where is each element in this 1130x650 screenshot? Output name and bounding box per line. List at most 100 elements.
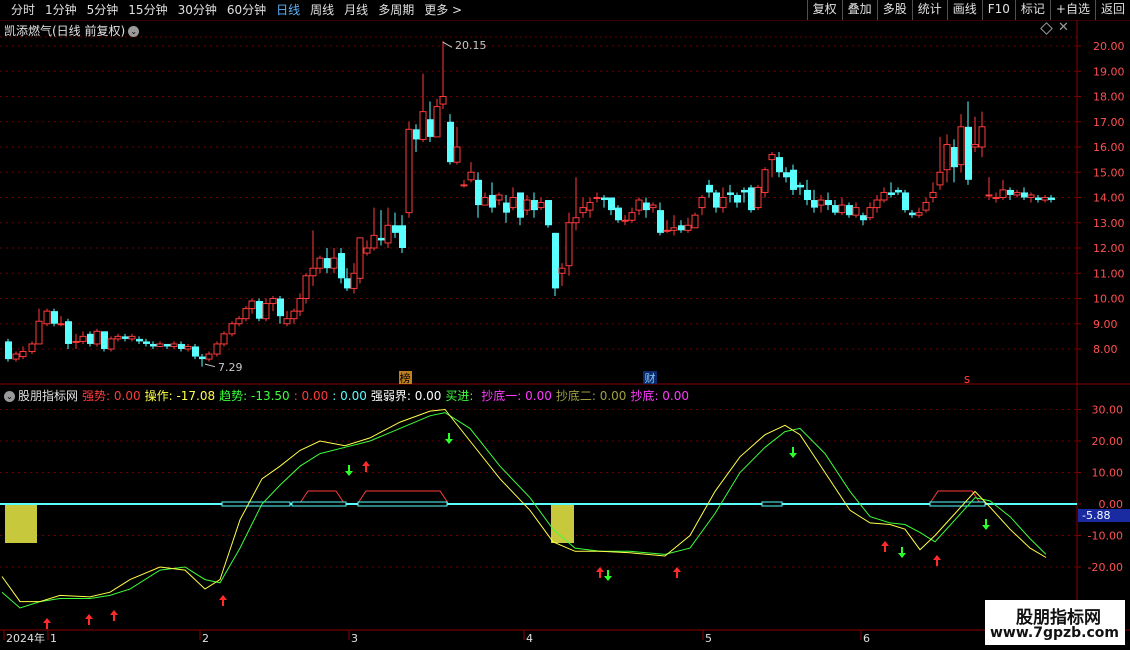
candle-body bbox=[838, 204, 846, 214]
indicator-title-bar: ⌄ 股朋指标网 强势: 0.00 操作: -17.08 趋势: -13.50: 0.00… bbox=[4, 387, 689, 404]
candle-body bbox=[93, 330, 101, 345]
cyan-bar bbox=[929, 501, 986, 507]
x-axis-label: 2024年 bbox=[6, 631, 45, 645]
candle-body bbox=[269, 298, 277, 305]
buy-arrow-icon bbox=[673, 567, 681, 578]
price-tick-label: 20.00 bbox=[1093, 40, 1125, 53]
candle-body bbox=[572, 217, 580, 224]
candle-body bbox=[378, 237, 385, 241]
x-axis-label: 3 bbox=[351, 632, 358, 645]
s-marker: s bbox=[964, 372, 970, 386]
candle-body bbox=[825, 200, 832, 206]
watermark-url: www.7gpzb.com bbox=[990, 625, 1120, 641]
candle-body bbox=[143, 341, 150, 344]
candle-body bbox=[657, 210, 664, 233]
buy-arrow-icon bbox=[881, 541, 889, 552]
candle-body bbox=[615, 207, 622, 221]
candle-body bbox=[363, 247, 371, 254]
candle-body bbox=[296, 298, 304, 312]
candle-body bbox=[523, 199, 531, 211]
candle-body bbox=[713, 192, 720, 208]
indicator-field-0: 强势: 0.00 bbox=[82, 389, 141, 403]
sell-arrow-icon bbox=[789, 447, 797, 458]
candle-body bbox=[475, 179, 482, 206]
candle-body bbox=[586, 202, 594, 211]
candle-body bbox=[192, 346, 199, 357]
candle-body bbox=[262, 303, 270, 320]
candle-body bbox=[978, 126, 986, 148]
candle-body bbox=[992, 197, 1000, 199]
indicator-dropdown-icon[interactable]: ⌄ bbox=[4, 391, 15, 402]
price-tick-label: 18.00 bbox=[1093, 91, 1125, 104]
candle-body bbox=[5, 341, 12, 360]
candle-body bbox=[205, 353, 213, 360]
candle-body bbox=[242, 308, 250, 320]
red-plateau bbox=[357, 490, 449, 504]
ind-tick-label: -20.00 bbox=[1088, 561, 1123, 574]
candle-body bbox=[405, 128, 413, 214]
cai-marker: 财 bbox=[645, 371, 656, 385]
candle-body bbox=[12, 353, 20, 360]
candle-body bbox=[971, 143, 979, 148]
price-tick-label: 11.00 bbox=[1093, 267, 1125, 280]
candle-body bbox=[698, 197, 706, 209]
candle-body bbox=[1041, 197, 1049, 201]
x-axis-label: 6 bbox=[863, 632, 870, 645]
indicator-field-2: 趋势: -13.50 bbox=[219, 389, 290, 403]
trend-line bbox=[1, 412, 1047, 609]
candle-body bbox=[790, 169, 797, 190]
candle-body bbox=[727, 192, 734, 195]
candle-body bbox=[356, 237, 364, 279]
candle-body bbox=[706, 184, 713, 193]
cyan-bar bbox=[221, 501, 291, 507]
candle-body bbox=[413, 129, 420, 140]
sell-arrow-icon bbox=[982, 519, 990, 530]
ind-tick-label: 20.00 bbox=[1092, 435, 1124, 448]
candle-body bbox=[503, 202, 510, 213]
ind-tick-label: 10.00 bbox=[1092, 467, 1124, 480]
candle-body bbox=[338, 253, 345, 279]
candle-body bbox=[460, 184, 468, 187]
candle-body bbox=[51, 311, 58, 324]
indicator-field-1: 操作: -17.08 bbox=[144, 389, 216, 403]
high-price-label: 20.15 bbox=[455, 39, 487, 52]
price-tick-label: 15.00 bbox=[1093, 166, 1125, 179]
candle-body bbox=[804, 189, 811, 201]
bottom-block-1 bbox=[5, 505, 37, 543]
indicator-field-7: 抄底一: 0.00 bbox=[481, 389, 552, 403]
candle-body bbox=[57, 323, 65, 326]
sell-arrow-icon bbox=[345, 465, 353, 476]
candle-body bbox=[909, 212, 916, 216]
candle-body bbox=[370, 234, 378, 249]
candle-body bbox=[531, 200, 538, 211]
candle-body bbox=[552, 232, 559, 289]
candle-body bbox=[1035, 197, 1042, 201]
sell-arrow-icon bbox=[445, 433, 453, 444]
candle-body bbox=[936, 171, 944, 186]
candle-body bbox=[1013, 191, 1021, 196]
candle-body bbox=[122, 336, 129, 339]
candle-body bbox=[593, 197, 601, 199]
x-axis-label: 4 bbox=[526, 632, 533, 645]
candle-body bbox=[114, 335, 122, 340]
candle-body bbox=[447, 121, 454, 163]
candle-body bbox=[248, 300, 256, 310]
candle-body bbox=[228, 323, 236, 335]
candle-body bbox=[392, 225, 399, 233]
candle-body bbox=[783, 172, 790, 178]
candle-body bbox=[128, 335, 136, 340]
candle-body bbox=[621, 219, 629, 222]
cyan-bar bbox=[357, 501, 448, 507]
x-axis-label: 5 bbox=[705, 632, 712, 645]
x-axis-label: 1 bbox=[50, 632, 57, 645]
low-pointer bbox=[204, 363, 216, 368]
candle-body bbox=[852, 207, 860, 216]
cyan-bar bbox=[761, 501, 783, 507]
candle-body bbox=[419, 111, 427, 140]
candle-body bbox=[565, 222, 573, 267]
low-price-label: 7.29 bbox=[218, 361, 243, 374]
candle-body bbox=[860, 215, 867, 221]
candle-body bbox=[399, 225, 406, 248]
candle-body bbox=[684, 224, 692, 231]
indicator-field-8: 抄底二: 0.00 bbox=[555, 389, 627, 403]
